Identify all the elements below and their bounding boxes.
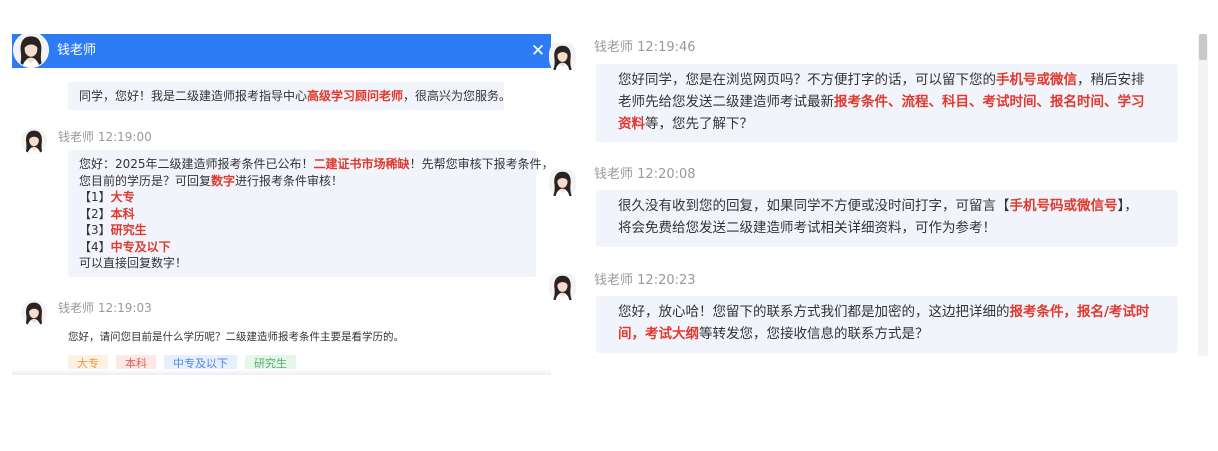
text-segment: 【3】	[79, 223, 111, 237]
sender-name: 钱老师	[58, 301, 95, 315]
text-segment: 【1】	[79, 190, 111, 204]
message-line: 【2】本科	[79, 206, 536, 223]
scrollbar-thumb[interactable]	[1199, 34, 1207, 60]
teacher-avatar	[549, 270, 576, 303]
highlighted-text: 本科	[110, 206, 135, 221]
highlighted-text: 数字	[211, 173, 236, 188]
highlighted-text: 资料	[618, 116, 645, 132]
message-line: 间，考试大纲等转发您，您接收信息的联系方式是？	[618, 323, 1166, 345]
text-segment: 很久没有收到您的回复，如果同学不方便或没时间打字，可留言【	[618, 198, 1010, 214]
text-segment: 老师先给您发送二级建造师考试最新	[618, 94, 834, 110]
text-segment: ，稍后安排	[1077, 72, 1145, 88]
highlighted-text: 大专	[110, 190, 135, 204]
message-time: 12:20:08	[637, 167, 696, 182]
message-text: 您好，请问您目前是什么学历呢？二级建造师报考条件主要是看学历的。	[68, 331, 404, 343]
message-line: 将会免费给您发送二级建造师考试相关详细资料，可作为参考！	[618, 217, 1166, 239]
message-text: 同学，您好！我是二级建造师报考指导中心高级学习顾问老师，很高兴为您服务。	[79, 88, 511, 105]
text-segment: 将会免费给您发送二级建造师考试相关详细资料，可作为参考！	[618, 220, 996, 236]
highlighted-text: 报考条件，报名/考试时	[1009, 304, 1150, 320]
message-line: 资料等，您先了解下？	[618, 113, 1166, 135]
message-line: 老师先给您发送二级建造师考试最新报考条件、流程、科目、考试时间、报名时间、学习	[618, 91, 1166, 113]
chat-message: 同学，您好！我是二级建造师报考指导中心高级学习顾问老师，很高兴为您服务。	[68, 82, 511, 110]
message-time: 12:19:03	[97, 301, 152, 315]
message-header: 钱老师 12:20:23	[594, 273, 696, 289]
teacher-avatar	[23, 68, 45, 86]
message-header: 钱老师 12:19:00	[58, 129, 152, 145]
teacher-avatar	[549, 40, 576, 73]
text-segment: 同学，您好！我是二级建造师报考指导中心	[79, 89, 308, 103]
highlighted-text: 间，考试大纲	[618, 326, 699, 342]
sender-name: 钱老师	[594, 273, 634, 288]
text-segment: 等，您先了解下？	[645, 116, 753, 132]
message-time: 12:19:00	[97, 130, 152, 144]
close-icon[interactable]: ✕	[529, 40, 547, 62]
text-segment: ，很高兴为您服务。	[403, 89, 512, 103]
message-line: 【3】研究生	[79, 222, 536, 239]
message-header: 钱老师 12:20:08	[594, 167, 696, 183]
chat-message: 您好，请问您目前是什么学历呢？二级建造师报考条件主要是看学历的。 大专 本科 中专及…	[60, 320, 404, 374]
chat-message: 您好同学，您是在浏览网页吗？不方便打字的话，可以留下您的手机号或微信，稍后安排老…	[596, 64, 1178, 142]
highlighted-text: 手机号码或微信号	[1009, 198, 1118, 214]
message-time: 12:20:23	[637, 273, 696, 288]
message-line: 可以直接回复数字！	[79, 255, 536, 272]
panel-bottom-edge	[12, 369, 551, 375]
text-segment: 】，	[1117, 198, 1138, 214]
scrollbar[interactable]	[1198, 34, 1208, 356]
chat-message: 很久没有收到您的回复，如果同学不方便或没时间打字，可留言【手机号码或微信号】， 将…	[596, 190, 1178, 247]
chat-header: 钱老师 ✕	[12, 34, 551, 68]
teacher-avatar	[549, 166, 576, 199]
text-segment: 可以直接回复数字！	[79, 256, 188, 270]
chat-message: 您好，放心哈！您留下的联系方式我们都是加密的，这边把详细的报考条件，报名/考试时…	[596, 296, 1178, 353]
sender-name: 钱老师	[594, 167, 634, 182]
chat-window-left: 钱老师 ✕ 同学，您好！我是二级建造师报考指导中心高级学习顾问老师，很高兴为您服…	[12, 34, 551, 375]
teacher-avatar	[21, 300, 47, 326]
message-time: 12:19:46	[637, 40, 696, 55]
teacher-avatar	[21, 128, 47, 154]
text-segment: 您好同学，您是在浏览网页吗？不方便打字的话，可以留下您的	[618, 72, 996, 88]
text-segment: ！先帮您审核下报考条件，	[409, 157, 551, 171]
text-segment: 【4】	[79, 239, 111, 254]
text-segment: 您好，放心哈！您留下的联系方式我们都是加密的，这边把详细的	[618, 304, 1010, 320]
sender-name: 钱老师	[594, 40, 634, 55]
message-line: 您好，放心哈！您留下的联系方式我们都是加密的，这边把详细的报考条件，报名/考试时	[618, 301, 1166, 323]
message-line: 您好：2025年二级建造师报考条件已公布！二建证书市场稀缺！先帮您审核下报考条件…	[79, 156, 551, 173]
highlighted-text: 手机号或微信	[996, 72, 1077, 88]
highlighted-text: 研究生	[110, 223, 147, 237]
text-segment: 等转发您，您接收信息的联系方式是？	[699, 326, 929, 342]
message-line: 您目前的学历是？可回复数字进行报考条件审核！	[79, 173, 536, 190]
highlighted-text: 高级学习顾问老师	[307, 89, 404, 103]
text-segment: 【2】	[79, 206, 111, 221]
text-segment: 您好：2025年二级建造师报考条件已公布！	[79, 157, 314, 171]
message-line: 很久没有收到您的回复，如果同学不方便或没时间打字，可留言【手机号码或微信号】，	[618, 195, 1166, 217]
chat-header-title: 钱老师	[57, 43, 97, 58]
message-line: 【1】大专	[79, 189, 536, 206]
sender-name: 钱老师	[58, 130, 95, 144]
chat-message: 您好：2025年二级建造师报考条件已公布！二建证书市场稀缺！先帮您审核下报考条件…	[68, 150, 551, 277]
highlighted-text: 二建证书市场稀缺	[313, 157, 410, 171]
highlighted-text: 报考条件、流程、科目、考试时间、报名时间、学习	[834, 94, 1145, 110]
message-line: 您好同学，您是在浏览网页吗？不方便打字的话，可以留下您的手机号或微信，稍后安排	[618, 69, 1166, 91]
message-line: 【4】中专及以下	[79, 239, 536, 256]
message-header: 钱老师 12:19:46	[594, 40, 696, 56]
text-segment: 进行报考条件审核！	[235, 173, 344, 188]
text-segment: 您目前的学历是？可回复	[79, 173, 212, 188]
message-header: 钱老师 12:19:03	[58, 300, 152, 316]
teacher-avatar	[13, 34, 49, 68]
highlighted-text: 中专及以下	[110, 239, 171, 254]
